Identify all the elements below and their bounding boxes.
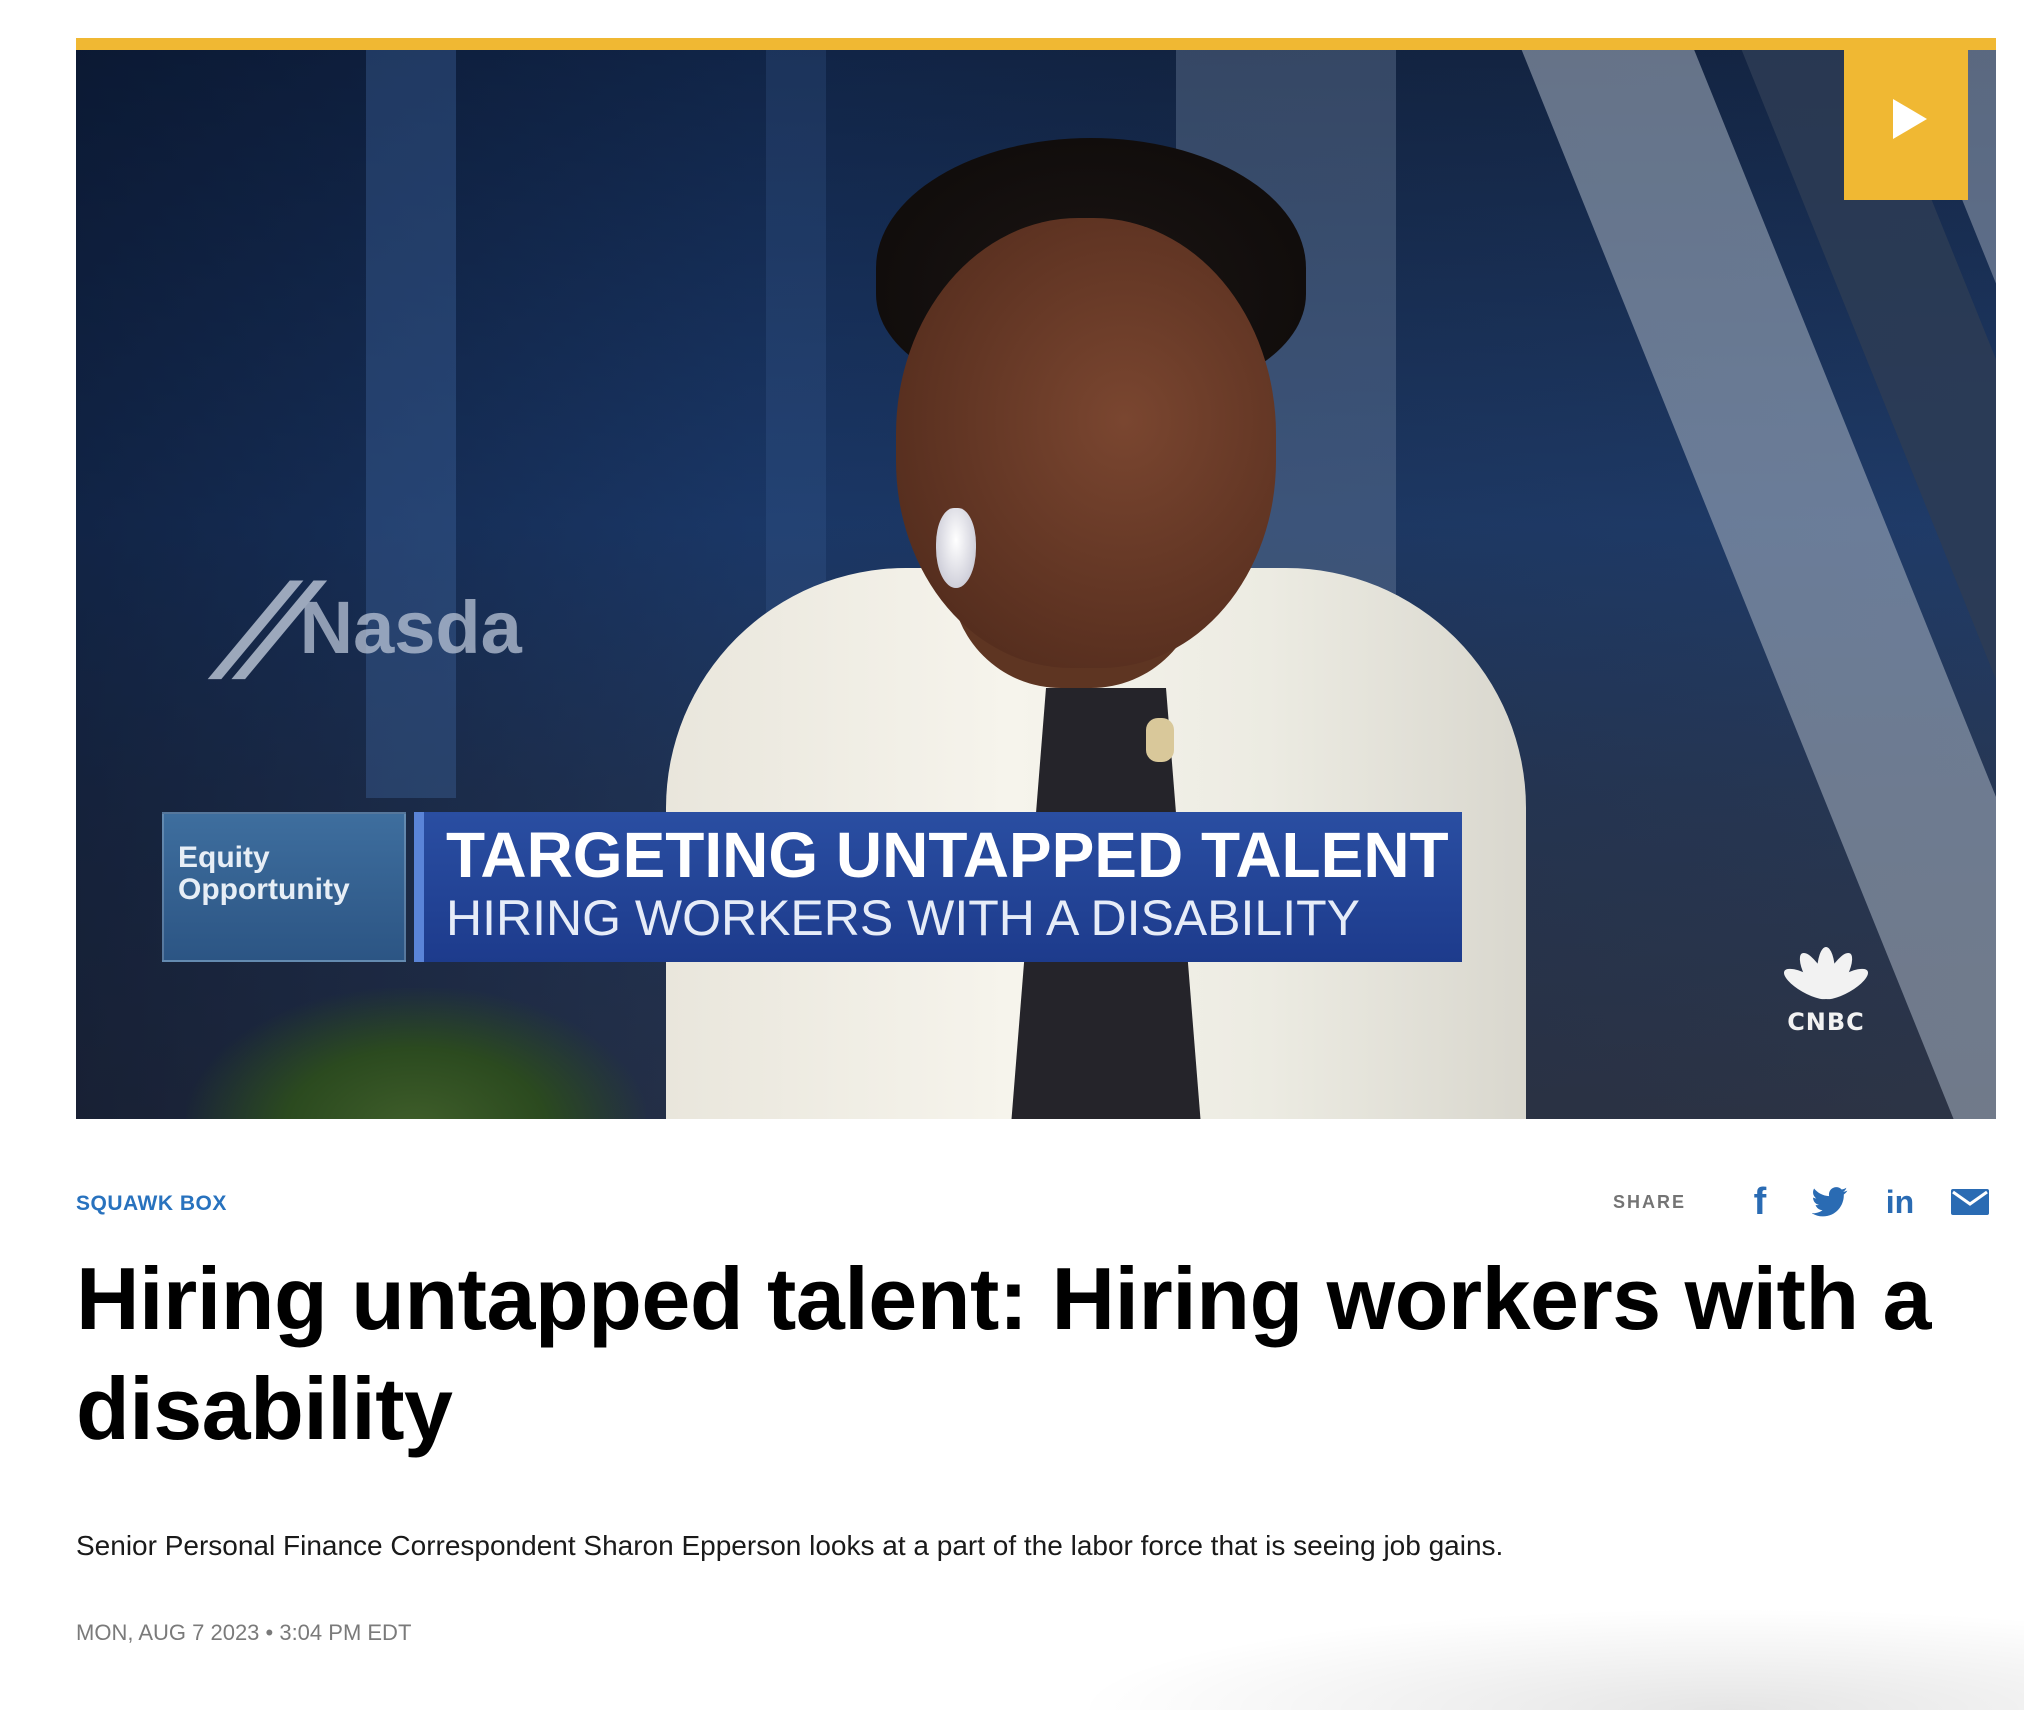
play-icon [1893,99,1927,139]
badge-line-2: Opportunity [178,873,350,906]
twitter-share-button[interactable] [1806,1182,1854,1222]
article-description: Senior Personal Finance Correspondent Sh… [76,1530,1504,1561]
presenter-face [896,218,1276,668]
article-title: Hiring untapped talent: Hiring workers w… [76,1249,1931,1458]
nasdaq-mark-icon: // [213,558,307,697]
nasdaq-logo: // Nasda [213,558,522,697]
cnbc-logo-text: CNBC [1787,1008,1865,1036]
lower-third-headline: TARGETING UNTAPPED TALENT [446,819,1449,891]
presenter-figure [606,128,1586,1119]
linkedin-icon: in [1885,1184,1915,1220]
facebook-icon: f [1753,1181,1767,1223]
article-dateline: MON, AUG 7 2023 • 3:04 PM EDT [76,1620,412,1645]
bottom-shadow-overlay [960,1590,2024,1710]
twitter-icon [1812,1187,1848,1217]
share-bar: SHARE f in [1613,1182,1994,1222]
facebook-share-button[interactable]: f [1736,1182,1784,1222]
video-top-accent-bar [76,38,1996,50]
equity-opportunity-badge: Equity Opportunity [162,812,406,962]
show-link-squawk-box[interactable]: SQUAWK BOX [76,1192,227,1216]
video-thumbnail: // Nasda Equity Opportunity TARGETING UN… [76,38,1996,1119]
cnbc-logo: CNBC [1761,933,1891,1036]
lapel-microphone [1146,718,1174,762]
play-button[interactable] [1844,38,1968,200]
share-label: SHARE [1612,1191,1686,1212]
nasdaq-logo-text: Nasda [299,586,522,669]
email-icon [1951,1189,1989,1215]
email-share-button[interactable] [1946,1182,1994,1222]
linkedin-share-button[interactable]: in [1876,1182,1924,1222]
video-player[interactable]: // Nasda Equity Opportunity TARGETING UN… [76,38,1996,1119]
peacock-icon [1783,947,1869,1000]
badge-line-1: Equity [178,841,270,874]
presenter-earring [936,508,976,588]
studio-plant [186,988,646,1119]
lower-third-banner: TARGETING UNTAPPED TALENT HIRING WORKERS… [414,812,1462,962]
lower-third-subheadline: HIRING WORKERS WITH A DISABILITY [446,890,1361,946]
